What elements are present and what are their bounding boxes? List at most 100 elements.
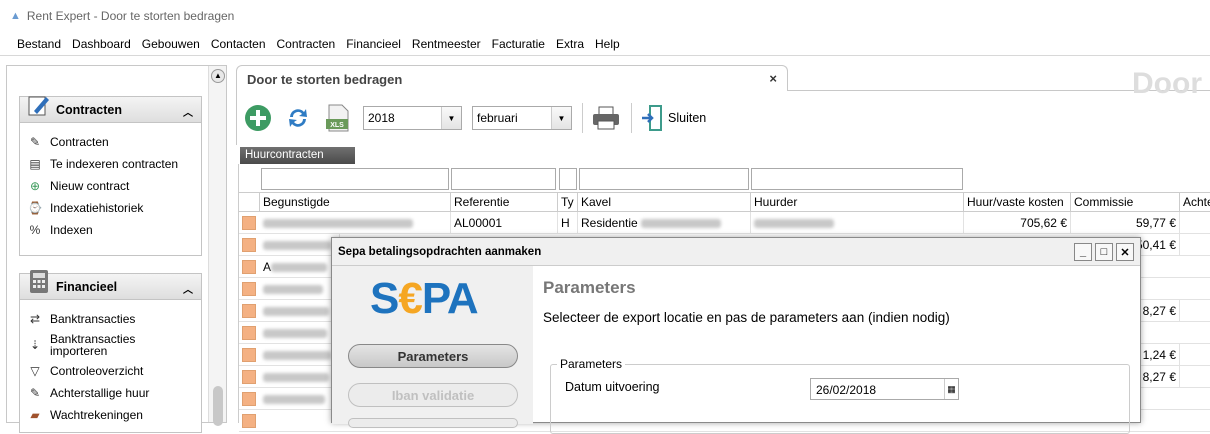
row-status-marker [242,282,256,296]
month-select[interactable]: februari ▼ [472,106,572,130]
step-iban-validatie-button[interactable]: Iban validatie [348,383,518,407]
nav-te-indexeren[interactable]: ▤ Te indexeren contracten [20,153,201,175]
filter-begunstigde[interactable] [261,168,449,190]
nav-banktransacties[interactable]: ⇄ Banktransacties [20,308,201,330]
cell-begunstigde [260,366,340,387]
grid-header: Begunstigde Referentie Ty Kavel Huurder … [239,192,1210,212]
step-next-button[interactable] [348,418,518,428]
tab-close-icon[interactable]: × [769,71,777,86]
cell-type: H [558,212,578,233]
cell-begunstigde: A [260,256,340,277]
navigation-pane: ▲ Contracten ︿ ✎ Contracten ▤ Te indexeren… [6,65,227,433]
begunstigde-text: A [263,260,272,274]
minimize-icon[interactable]: _ [1074,243,1092,261]
menu-contracten[interactable]: Contracten [272,37,336,51]
menu-facturatie[interactable]: Facturatie [487,37,545,51]
cell-begunstigde [260,388,340,409]
refresh-button[interactable] [283,103,313,133]
wizard-content: Parameters Selecteer de export locatie e… [543,266,1140,434]
row-status-marker [242,414,256,428]
menu-extra[interactable]: Extra [551,37,584,51]
menu-rentmeester[interactable]: Rentmeester [407,37,481,51]
dialog-titlebar: Sepa betalingsopdrachten aanmaken _ □ ✕ [332,238,1140,266]
nav-label: Wachtrekeningen [50,408,143,422]
table-row[interactable]: AL00001 H Residentie 705,62 € 59,77 € [239,212,1210,234]
close-button[interactable]: Sluiten [640,104,706,132]
scroll-thumb[interactable] [213,386,223,426]
date-label: Datum uitvoering [565,380,660,394]
calculator-icon [30,270,48,293]
menu-bestand[interactable]: Bestand [12,37,61,51]
header-referentie[interactable]: Referentie [451,193,558,212]
filter-type[interactable] [559,168,577,190]
logo-pa: PA [421,274,479,323]
group-title-contracten: Contracten [56,102,122,117]
logo-s: S [370,274,399,323]
group-contracten: Contracten ︿ ✎ Contracten ▤ Te indexeren c… [19,96,202,256]
header-huurder[interactable]: Huurder [751,193,964,212]
row-status-marker [242,260,256,274]
nav-controleoverzicht[interactable]: ▽ Controleoverzicht [20,360,201,382]
filter-huurder[interactable] [751,168,963,190]
add-button[interactable] [243,103,273,133]
plus-circle-icon: ⊕ [29,179,41,193]
group-header-financieel[interactable]: Financieel ︿ [20,270,201,300]
document-list-icon: ▤ [29,157,41,171]
header-begunstigde[interactable]: Begunstigde [260,193,451,212]
export-xls-button[interactable]: XLS [323,103,353,133]
chevron-up-icon[interactable]: ︿ [183,104,193,119]
year-select[interactable]: 2018 ▼ [363,106,462,130]
step-parameters-button[interactable]: Parameters [348,344,518,368]
year-value: 2018 [368,111,395,125]
chevron-down-icon[interactable]: ▼ [441,107,461,129]
filter-kavel[interactable] [579,168,749,190]
menu-help[interactable]: Help [590,37,620,51]
cell-begunstigde [260,212,451,233]
nav-indexatiehistoriek[interactable]: ⌚ Indexatiehistoriek [20,197,201,219]
nav-banktransacties-importeren[interactable]: ⇣ Banktransacties importeren [20,330,201,360]
document-tab[interactable]: Door te storten bedragen × [236,65,788,91]
nav-indexen[interactable]: % Indexen [20,219,201,241]
menu-gebouwen[interactable]: Gebouwen [137,37,200,51]
nav-label: Nieuw contract [50,179,130,193]
nav-nieuw-contract[interactable]: ⊕ Nieuw contract [20,175,201,197]
calendar-icon[interactable]: ▦ [944,379,958,399]
kavel-text: Residentie [581,216,638,230]
percent-icon: % [29,223,41,237]
header-type[interactable]: Ty [558,193,578,212]
date-value: 26/02/2018 [816,383,877,397]
header-kavel[interactable]: Kavel [578,193,751,212]
month-value: februari [477,111,518,125]
date-input[interactable]: 26/02/2018 ▦ [810,378,959,400]
group-financieel: Financieel ︿ ⇄ Banktransacties ⇣ Banktrans… [19,270,202,433]
header-commissie[interactable]: Commissie [1071,193,1180,212]
menu-financieel[interactable]: Financieel [341,37,401,51]
nav-label: Banktransacties importeren [50,332,136,358]
cell-huur: 705,62 € [964,212,1071,233]
group-header-contracten[interactable]: Contracten ︿ [20,96,201,123]
menu-contacten[interactable]: Contacten [206,37,266,51]
toolbar-separator [582,103,583,133]
nav-scrollbar[interactable]: ▲ [208,66,226,426]
close-icon[interactable]: ✕ [1116,243,1134,261]
filter-referentie[interactable] [451,168,556,190]
header-huur[interactable]: Huur/vaste kosten [964,193,1071,212]
chevron-down-icon[interactable]: ▼ [551,107,571,129]
chevron-up-icon[interactable]: ︿ [183,281,193,296]
scroll-up-icon[interactable]: ▲ [211,69,225,83]
header-achterstal[interactable]: Achte [1180,193,1210,212]
print-button[interactable] [591,103,621,133]
row-status-marker [242,370,256,384]
nav-contracten[interactable]: ✎ Contracten [20,131,201,153]
cell-referentie: AL00001 [451,212,558,233]
maximize-icon[interactable]: □ [1095,243,1113,261]
header-indicator [239,193,260,212]
menu-dashboard[interactable]: Dashboard [67,37,131,51]
row-status-marker [242,216,256,230]
logo-euro: € [398,274,423,323]
refresh-icon [289,109,307,127]
tab-title: Door te storten bedragen [247,72,403,87]
import-icon: ⇣ [29,338,41,352]
toolbar-separator [631,103,632,133]
nav-achterstallige-huur[interactable]: ✎ Achterstallige huur [20,382,201,404]
